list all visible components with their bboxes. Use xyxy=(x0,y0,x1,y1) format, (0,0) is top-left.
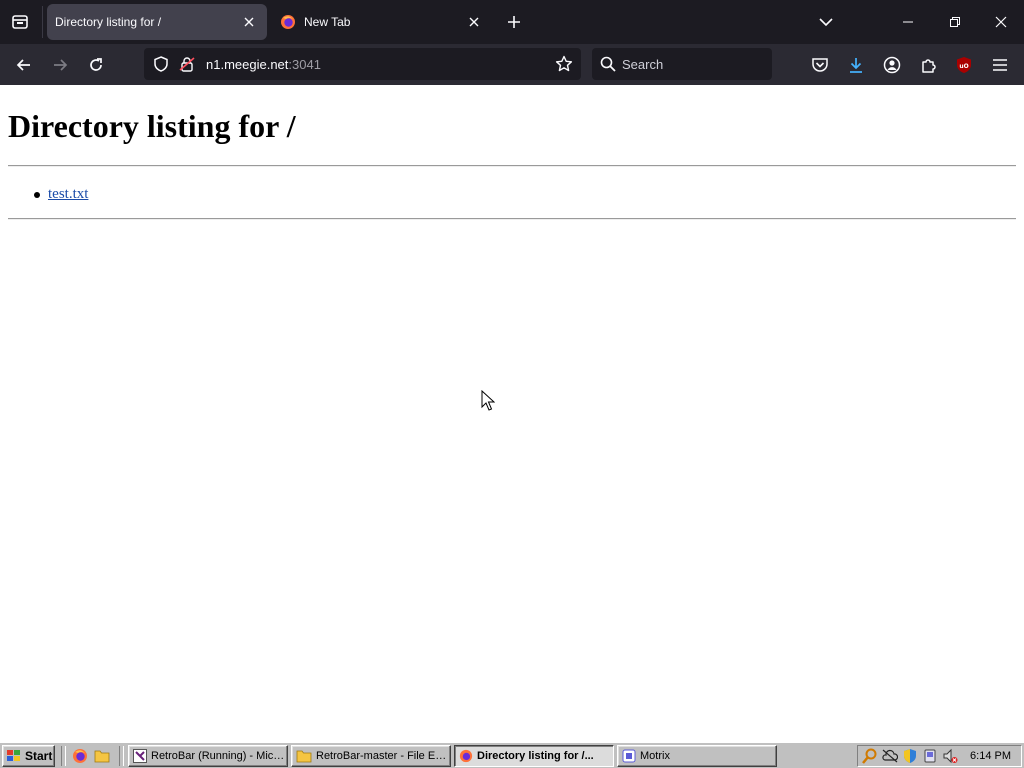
new-tab-plus-icon[interactable] xyxy=(503,11,525,33)
chevron-down-icon[interactable] xyxy=(814,11,838,33)
task-label: RetroBar-master - File Expl... xyxy=(316,750,450,762)
device-icon[interactable] xyxy=(922,748,938,764)
account-icon[interactable] xyxy=(880,53,904,77)
close-icon[interactable] xyxy=(239,12,259,32)
folder-icon[interactable] xyxy=(93,747,111,765)
insecure-lock-icon[interactable] xyxy=(178,55,196,73)
motrix-icon xyxy=(622,749,636,763)
bookmark-star-icon[interactable] xyxy=(554,54,574,74)
divider xyxy=(119,746,124,766)
tab-directory-listing[interactable]: Directory listing for / xyxy=(47,4,267,40)
tracking-shield-icon[interactable] xyxy=(152,55,170,73)
back-arrow-icon[interactable] xyxy=(11,52,37,78)
forward-arrow-icon[interactable] xyxy=(47,52,73,78)
close-window-icon[interactable] xyxy=(986,8,1016,36)
address-bar[interactable]: n1.meegie.net:3041 xyxy=(144,48,581,80)
page-content: Directory listing for / test.txt xyxy=(0,85,1024,742)
horizontal-rule xyxy=(8,165,1016,167)
taskbar-button-firefox[interactable]: Directory listing for /... xyxy=(454,745,614,767)
start-button[interactable]: Start xyxy=(2,745,55,767)
url-port: :3041 xyxy=(288,57,321,72)
ublock-origin-icon[interactable]: uO xyxy=(952,53,976,77)
task-label: Motrix xyxy=(640,750,670,762)
firefox-view-icon[interactable] xyxy=(8,10,32,34)
reload-icon[interactable] xyxy=(83,52,109,78)
firefox-logo-icon[interactable] xyxy=(71,747,89,765)
onedrive-offline-icon[interactable] xyxy=(882,748,898,764)
hamburger-menu-icon[interactable] xyxy=(988,53,1012,77)
search-bar[interactable]: Search xyxy=(592,48,772,80)
tab-strip: Directory listing for / New Tab xyxy=(0,0,1024,44)
search-icon xyxy=(599,55,617,73)
firefox-logo-icon xyxy=(459,749,473,763)
task-label: RetroBar (Running) - Micro... xyxy=(151,750,287,762)
download-icon[interactable] xyxy=(844,53,868,77)
mouse-pointer-icon xyxy=(481,390,495,412)
tab-title: New Tab xyxy=(304,15,351,29)
taskbar-button-file-explorer[interactable]: RetroBar-master - File Expl... xyxy=(291,745,451,767)
restore-icon[interactable] xyxy=(940,8,970,36)
tab-new-tab[interactable]: New Tab xyxy=(272,4,492,40)
start-label: Start xyxy=(25,749,53,763)
page-heading: Directory listing for / xyxy=(8,108,296,144)
url-text[interactable]: n1.meegie.net:3041 xyxy=(206,57,321,72)
task-label: Directory listing for /... xyxy=(477,750,594,762)
system-tray: 6:14 PM xyxy=(857,745,1022,767)
file-list: test.txt xyxy=(33,186,88,203)
pocket-icon[interactable] xyxy=(808,53,832,77)
windows-logo-icon xyxy=(6,749,22,763)
divider xyxy=(42,6,43,38)
security-shield-icon[interactable] xyxy=(902,748,918,764)
visual-studio-icon xyxy=(133,749,147,763)
svg-text:uO: uO xyxy=(959,63,968,70)
tab-title: Directory listing for / xyxy=(55,15,162,29)
divider xyxy=(61,746,66,766)
minimize-icon[interactable] xyxy=(893,8,923,36)
extensions-puzzle-icon[interactable] xyxy=(917,53,941,77)
magnifier-icon[interactable] xyxy=(862,748,878,764)
horizontal-rule xyxy=(8,218,1016,220)
firefox-logo-icon xyxy=(280,14,296,30)
taskbar-button-motrix[interactable]: Motrix xyxy=(617,745,777,767)
file-link[interactable]: test.txt xyxy=(48,186,88,202)
taskbar: Start RetroBar (Running) - Micro... Retr… xyxy=(0,742,1024,768)
navigation-toolbar: n1.meegie.net:3041 Search uO xyxy=(0,44,1024,85)
clock[interactable]: 6:14 PM xyxy=(970,750,1011,762)
folder-icon xyxy=(296,749,312,763)
volume-muted-icon[interactable] xyxy=(942,748,958,764)
taskbar-button-retrobar[interactable]: RetroBar (Running) - Micro... xyxy=(128,745,288,767)
url-host: n1.meegie.net xyxy=(206,57,289,72)
search-placeholder: Search xyxy=(622,57,664,72)
close-icon[interactable] xyxy=(464,12,484,32)
list-item: test.txt xyxy=(33,186,88,203)
